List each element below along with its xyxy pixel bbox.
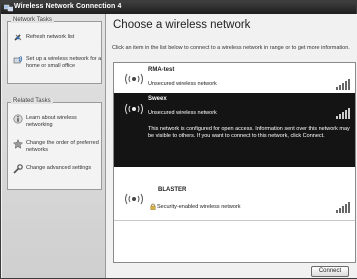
task-refresh-network-list[interactable]: Refresh network list [13,33,101,45]
connect-button[interactable]: Connect [311,266,349,277]
signal-strength-icon [336,79,350,90]
list-separator [114,220,355,221]
network-tasks-group: Network Tasks Refresh network list Set u… [7,17,102,84]
signal-strength-icon [336,108,350,119]
main-content: Choose a wireless network Click an item … [107,14,357,278]
title-bar[interactable]: Wireless Network Connection 4 [1,1,356,14]
wireless-antenna-icon [125,103,143,115]
signal-strength-icon [336,202,350,213]
lock-icon [150,203,156,210]
related-tasks-group: Related Tasks Learn about wireless netwo… [7,98,102,190]
network-item-blaster[interactable]: BLASTER Security-enabled wireless networ… [114,184,355,218]
settings-icon [13,164,23,174]
page-title: Choose a wireless network [113,19,251,31]
network-list[interactable]: RMA-test Unsecured wireless network Swee… [113,62,356,263]
instruction-text: Click an item in the list below to conne… [112,45,350,51]
wireless-network-window: Wireless Network Connection 4 Network Ta… [0,0,357,279]
info-icon [13,114,23,124]
star-icon [13,139,23,149]
network-description: This network is configured for open acce… [148,126,350,139]
task-pane: Network Tasks Refresh network list Set u… [2,14,106,278]
task-label: Change the order of preferred networks [26,140,99,153]
window-title: Wireless Network Connection 4 [14,3,122,10]
task-setup-wireless-network[interactable]: Set up a wireless network for a home or … [13,55,101,75]
network-name: BLASTER [158,187,187,193]
wireless-antenna-icon [125,193,143,205]
task-learn-wireless[interactable]: Learn about wireless networking [13,114,101,132]
network-name: Sweex [148,96,167,102]
network-name: RMA-test [148,67,175,73]
network-connection-icon [4,4,13,12]
network-status: Unsecured wireless network [148,110,217,116]
task-label: Learn about wireless networking [26,115,77,128]
network-item-sweex[interactable]: Sweex Unsecured wireless network This ne… [114,93,355,167]
network-status: Security-enabled wireless network [157,204,241,210]
setup-network-icon [13,55,23,64]
related-tasks-header: Related Tasks [11,98,53,104]
refresh-icon [14,34,22,41]
task-label: Change advanced settings [26,165,92,171]
wireless-antenna-icon [125,73,143,85]
task-label: Refresh network list [26,34,75,40]
network-status: Unsecured wireless network [148,81,217,87]
network-tasks-header: Network Tasks [11,17,54,23]
network-item-rma-test[interactable]: RMA-test Unsecured wireless network [114,63,355,93]
task-change-advanced-settings[interactable]: Change advanced settings [13,164,101,182]
task-change-network-order[interactable]: Change the order of preferred networks [13,139,101,157]
task-label: Set up a wireless network for a home or … [26,56,102,69]
